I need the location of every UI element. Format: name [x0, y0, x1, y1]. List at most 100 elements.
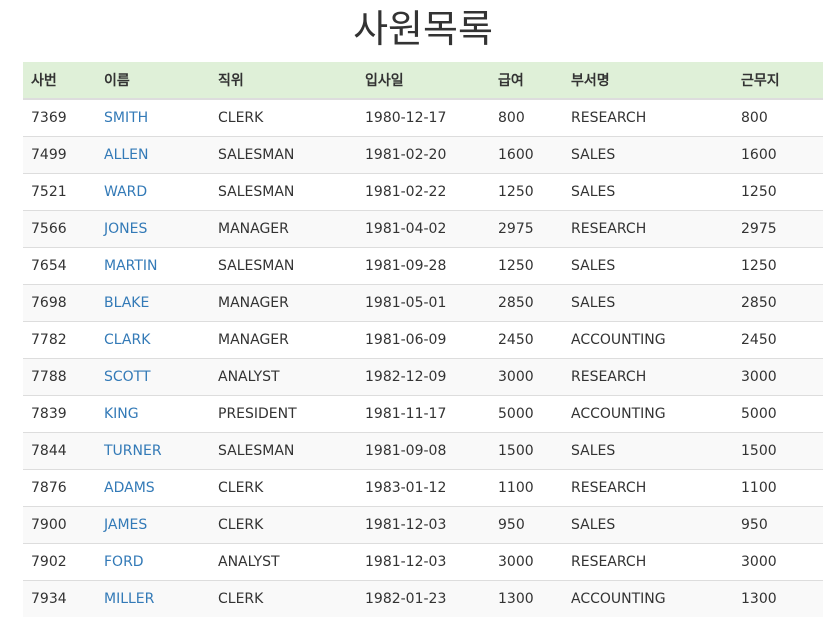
hire-date-cell: 1981-09-28 — [357, 246, 490, 284]
position-cell: SALESMAN — [210, 172, 357, 210]
employee-name-link[interactable]: SMITH — [104, 110, 148, 126]
work-location-cell: 3000 — [733, 542, 823, 580]
salary-cell: 2975 — [490, 209, 563, 247]
work-location-cell: 5000 — [733, 394, 823, 432]
column-header-position: 직위 — [210, 62, 357, 100]
hire-date-cell: 1981-11-17 — [357, 394, 490, 432]
department-name-cell: SALES — [563, 505, 733, 543]
employee-name-cell: ALLEN — [96, 135, 210, 173]
salary-cell: 950 — [490, 505, 563, 543]
employee-name-link[interactable]: ALLEN — [104, 147, 149, 163]
hire-date-cell: 1980-12-17 — [357, 98, 490, 136]
employee-name-cell: FORD — [96, 542, 210, 580]
employee-name-cell: ADAMS — [96, 468, 210, 506]
employee-name-cell: CLARK — [96, 320, 210, 358]
salary-cell: 2850 — [490, 283, 563, 321]
employee-name-link[interactable]: BLAKE — [104, 295, 149, 311]
employee-name-link[interactable]: JAMES — [104, 517, 147, 533]
table-row: 7876 ADAMS CLERK 1983-01-12 1100 RESEARC… — [23, 468, 823, 506]
department-name-cell: ACCOUNTING — [563, 394, 733, 432]
employee-name-cell: JAMES — [96, 505, 210, 543]
employee-name-cell: KING — [96, 394, 210, 432]
employee-table: 사번 이름 직위 입사일 급여 부서명 근무지 7369 SMITH CLERK… — [23, 62, 823, 617]
position-cell: SALESMAN — [210, 246, 357, 284]
table-row: 7369 SMITH CLERK 1980-12-17 800 RESEARCH… — [23, 98, 823, 136]
table-row: 7521 WARD SALESMAN 1981-02-22 1250 SALES… — [23, 172, 823, 210]
table-row: 7782 CLARK MANAGER 1981-06-09 2450 ACCOU… — [23, 320, 823, 358]
employee-name-link[interactable]: TURNER — [104, 443, 162, 459]
employee-name-link[interactable]: JONES — [104, 221, 147, 237]
department-name-cell: SALES — [563, 246, 733, 284]
position-cell: MANAGER — [210, 283, 357, 321]
department-name-cell: RESEARCH — [563, 98, 733, 136]
employee-number-cell: 7499 — [23, 135, 96, 173]
employee-name-link[interactable]: KING — [104, 406, 139, 422]
position-cell: ANALYST — [210, 542, 357, 580]
department-name-cell: SALES — [563, 135, 733, 173]
employee-number-cell: 7844 — [23, 431, 96, 469]
employee-name-cell: JONES — [96, 209, 210, 247]
position-cell: ANALYST — [210, 357, 357, 395]
employee-number-cell: 7369 — [23, 98, 96, 136]
employee-number-cell: 7698 — [23, 283, 96, 321]
hire-date-cell: 1981-12-03 — [357, 542, 490, 580]
position-cell: CLERK — [210, 579, 357, 617]
position-cell: MANAGER — [210, 209, 357, 247]
table-header-row: 사번 이름 직위 입사일 급여 부서명 근무지 — [23, 62, 823, 100]
hire-date-cell: 1983-01-12 — [357, 468, 490, 506]
employee-number-cell: 7876 — [23, 468, 96, 506]
column-header-employee-number: 사번 — [23, 62, 96, 100]
work-location-cell: 1100 — [733, 468, 823, 506]
salary-cell: 1250 — [490, 172, 563, 210]
salary-cell: 800 — [490, 98, 563, 136]
employee-name-link[interactable]: FORD — [104, 554, 144, 570]
table-row: 7900 JAMES CLERK 1981-12-03 950 SALES 95… — [23, 505, 823, 543]
employee-number-cell: 7839 — [23, 394, 96, 432]
employee-number-cell: 7521 — [23, 172, 96, 210]
table-row: 7788 SCOTT ANALYST 1982-12-09 3000 RESEA… — [23, 357, 823, 395]
employee-number-cell: 7782 — [23, 320, 96, 358]
work-location-cell: 950 — [733, 505, 823, 543]
employee-number-cell: 7900 — [23, 505, 96, 543]
employee-name-link[interactable]: WARD — [104, 184, 147, 200]
table-row: 7839 KING PRESIDENT 1981-11-17 5000 ACCO… — [23, 394, 823, 432]
work-location-cell: 1600 — [733, 135, 823, 173]
position-cell: SALESMAN — [210, 135, 357, 173]
salary-cell: 1100 — [490, 468, 563, 506]
department-name-cell: RESEARCH — [563, 468, 733, 506]
hire-date-cell: 1981-06-09 — [357, 320, 490, 358]
page-title: 사원목록 — [353, 7, 493, 51]
employee-name-cell: WARD — [96, 172, 210, 210]
department-name-cell: RESEARCH — [563, 209, 733, 247]
table-header: 사번 이름 직위 입사일 급여 부서명 근무지 — [23, 62, 823, 100]
salary-cell: 1600 — [490, 135, 563, 173]
hire-date-cell: 1981-02-20 — [357, 135, 490, 173]
employee-name-cell: MARTIN — [96, 246, 210, 284]
work-location-cell: 2850 — [733, 283, 823, 321]
table-row: 7654 MARTIN SALESMAN 1981-09-28 1250 SAL… — [23, 246, 823, 284]
column-header-salary: 급여 — [490, 62, 563, 100]
table-row: 7566 JONES MANAGER 1981-04-02 2975 RESEA… — [23, 209, 823, 247]
column-header-department-name: 부서명 — [563, 62, 733, 100]
table-row: 7844 TURNER SALESMAN 1981-09-08 1500 SAL… — [23, 431, 823, 469]
employee-number-cell: 7902 — [23, 542, 96, 580]
hire-date-cell: 1982-01-23 — [357, 579, 490, 617]
table-row: 7934 MILLER CLERK 1982-01-23 1300 ACCOUN… — [23, 579, 823, 617]
employee-name-link[interactable]: ADAMS — [104, 480, 155, 496]
employee-name-link[interactable]: MARTIN — [104, 258, 158, 274]
position-cell: SALESMAN — [210, 431, 357, 469]
employee-list-page: 사원목록 사번 이름 직위 입사일 급여 부서명 근무지 7369 SMITH … — [0, 0, 840, 642]
salary-cell: 5000 — [490, 394, 563, 432]
hire-date-cell: 1981-09-08 — [357, 431, 490, 469]
employee-name-link[interactable]: SCOTT — [104, 369, 151, 385]
employee-name-link[interactable]: CLARK — [104, 332, 150, 348]
column-header-work-location: 근무지 — [733, 62, 823, 100]
work-location-cell: 1300 — [733, 579, 823, 617]
salary-cell: 3000 — [490, 357, 563, 395]
employee-number-cell: 7566 — [23, 209, 96, 247]
department-name-cell: ACCOUNTING — [563, 320, 733, 358]
employee-name-cell: TURNER — [96, 431, 210, 469]
employee-name-link[interactable]: MILLER — [104, 591, 154, 607]
table-row: 7499 ALLEN SALESMAN 1981-02-20 1600 SALE… — [23, 135, 823, 173]
employee-number-cell: 7654 — [23, 246, 96, 284]
